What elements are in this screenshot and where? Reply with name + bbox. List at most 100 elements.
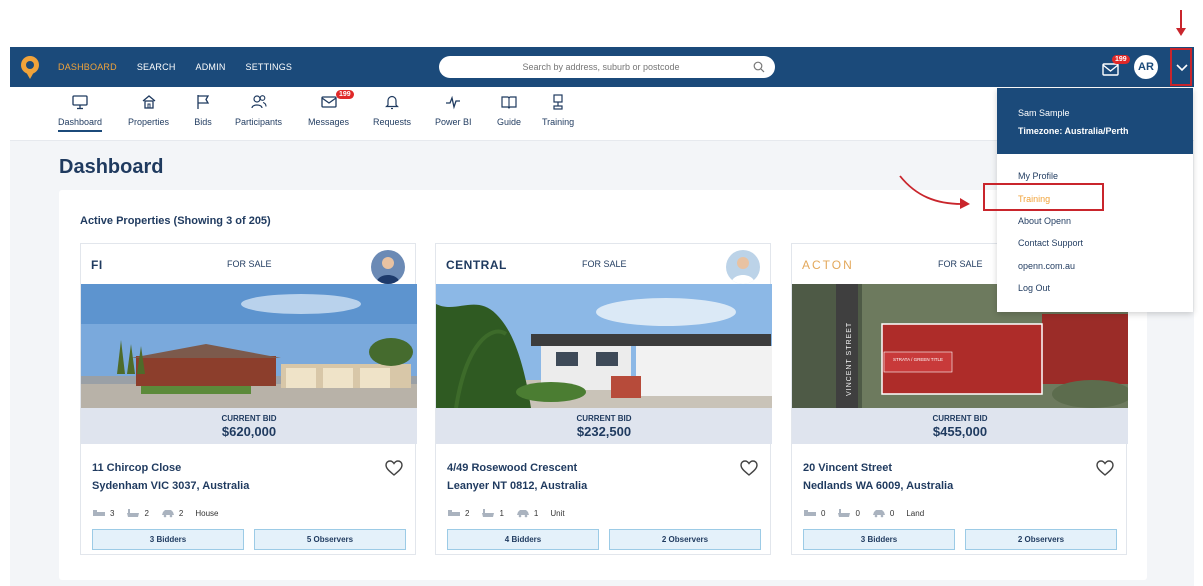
iconbar-label: Power BI bbox=[435, 117, 472, 127]
car-icon bbox=[872, 510, 885, 518]
agent-avatar bbox=[371, 250, 405, 284]
current-bid-value: $620,000 bbox=[221, 424, 277, 439]
dropdown-user-header: Sam Sample Timezone: Australia/Perth bbox=[997, 88, 1193, 154]
agency-logo: ACTON bbox=[802, 258, 854, 272]
iconbar-messages[interactable]: 199 Messages bbox=[308, 90, 354, 127]
chevron-down-icon bbox=[1176, 64, 1188, 72]
iconbar-label: Dashboard bbox=[58, 117, 103, 132]
car-icon bbox=[516, 510, 529, 518]
user-name: Sam Sample bbox=[1018, 108, 1070, 118]
search-bar bbox=[439, 56, 775, 78]
mail-icon bbox=[320, 96, 337, 108]
address-line-2[interactable]: Nedlands WA 6009, Australia bbox=[803, 480, 953, 492]
current-bid-label: CURRENT BID bbox=[221, 414, 277, 423]
menu-item-log-out[interactable]: Log Out bbox=[1018, 283, 1050, 293]
user-avatar[interactable]: AR bbox=[1134, 55, 1158, 79]
property-features: 0 0 0 Land bbox=[803, 508, 924, 518]
trophy-icon bbox=[553, 94, 563, 110]
nav-search[interactable]: SEARCH bbox=[137, 62, 176, 72]
current-bid-value: $232,500 bbox=[576, 424, 632, 439]
top-navbar: DASHBOARD SEARCH ADMIN SETTINGS 199 AR bbox=[10, 47, 1194, 87]
nav-settings[interactable]: SETTINGS bbox=[246, 62, 293, 72]
car-count: 0 bbox=[889, 508, 895, 518]
property-type: Unit bbox=[550, 508, 565, 518]
observers-button[interactable]: 5 Observers bbox=[254, 529, 406, 550]
bidders-button[interactable]: 3 Bidders bbox=[803, 529, 955, 550]
menu-item-contact-support[interactable]: Contact Support bbox=[1018, 238, 1083, 248]
card-header: CENTRAL FOR SALE bbox=[436, 244, 770, 284]
iconbar-label: Requests bbox=[373, 117, 412, 127]
nav-dashboard[interactable]: DASHBOARD bbox=[58, 62, 117, 72]
bidders-button[interactable]: 4 Bidders bbox=[447, 529, 599, 550]
account-menu-toggle[interactable] bbox=[1170, 48, 1192, 86]
address-line-1[interactable]: 4/49 Rosewood Crescent bbox=[447, 462, 577, 474]
property-card[interactable]: CENTRAL FOR SALE CURRENT BID $232,500 4/… bbox=[435, 243, 772, 555]
current-bid-bar: CURRENT BID $232,500 bbox=[436, 408, 772, 444]
observers-button[interactable]: 2 Observers bbox=[609, 529, 761, 550]
menu-item-about-openn[interactable]: About Openn bbox=[1018, 216, 1071, 226]
annotation-highlight-box bbox=[983, 183, 1104, 211]
observers-button[interactable]: 2 Observers bbox=[965, 529, 1117, 550]
iconbar-label: Participants bbox=[235, 117, 283, 127]
card-header: FI FOR SALE bbox=[81, 244, 415, 284]
address-line-2[interactable]: Sydenham VIC 3037, Australia bbox=[92, 480, 249, 492]
iconbar-properties[interactable]: Properties bbox=[128, 93, 169, 127]
heart-icon[interactable] bbox=[1096, 460, 1114, 476]
property-features: 3 2 2 House bbox=[92, 508, 218, 518]
bath-count: 1 bbox=[499, 508, 504, 518]
search-input[interactable] bbox=[451, 56, 751, 78]
pulse-icon bbox=[446, 95, 461, 110]
current-bid-label: CURRENT BID bbox=[576, 414, 632, 423]
annotation-arrow-icon bbox=[1176, 10, 1186, 36]
map-street-label: VINCENT STREET bbox=[846, 322, 853, 396]
car-count: 1 bbox=[533, 508, 539, 518]
bed-count: 0 bbox=[821, 508, 826, 518]
iconbar-label: Properties bbox=[128, 117, 170, 127]
address-line-1[interactable]: 20 Vincent Street bbox=[803, 462, 892, 474]
property-features: 2 1 1 Unit bbox=[447, 508, 565, 518]
menu-item-website[interactable]: openn.com.au bbox=[1018, 261, 1075, 271]
page-title: Dashboard bbox=[59, 156, 164, 178]
property-photo[interactable] bbox=[436, 284, 772, 408]
bed-icon bbox=[804, 510, 816, 516]
current-bid-label: CURRENT BID bbox=[932, 414, 988, 423]
menu-item-my-profile[interactable]: My Profile bbox=[1018, 171, 1058, 181]
current-bid-value: $455,000 bbox=[932, 424, 988, 439]
monitor-icon bbox=[72, 95, 88, 110]
bath-count: 0 bbox=[855, 508, 860, 518]
bed-icon bbox=[93, 510, 105, 516]
iconbar-power-bi[interactable]: Power BI bbox=[435, 93, 472, 127]
mail-count-badge: 199 bbox=[1112, 55, 1130, 64]
iconbar-training[interactable]: Training bbox=[542, 93, 574, 127]
bath-icon bbox=[838, 509, 851, 517]
annotation-arrow-icon bbox=[899, 175, 970, 209]
address-line-1[interactable]: 11 Chircop Close bbox=[92, 462, 181, 474]
search-icon[interactable] bbox=[753, 61, 765, 73]
iconbar-requests[interactable]: Requests bbox=[373, 93, 411, 127]
bell-icon bbox=[385, 95, 399, 110]
iconbar-label: Training bbox=[542, 117, 575, 127]
iconbar-label: Messages bbox=[308, 117, 350, 127]
user-timezone: Timezone: Australia/Perth bbox=[1018, 126, 1129, 136]
address-line-2[interactable]: Leanyer NT 0812, Australia bbox=[447, 480, 587, 492]
iconbar-bids[interactable]: Bids bbox=[194, 93, 212, 127]
sale-status: FOR SALE bbox=[227, 259, 272, 269]
property-photo[interactable] bbox=[81, 284, 417, 408]
heart-icon[interactable] bbox=[385, 460, 403, 476]
bidders-button[interactable]: 3 Bidders bbox=[92, 529, 244, 550]
iconbar-guide[interactable]: Guide bbox=[497, 93, 521, 127]
heart-icon[interactable] bbox=[740, 460, 758, 476]
nav-admin[interactable]: ADMIN bbox=[196, 62, 226, 72]
iconbar-participants[interactable]: Participants bbox=[235, 93, 282, 127]
bed-icon bbox=[448, 510, 460, 516]
bed-count: 3 bbox=[110, 508, 115, 518]
flag-icon bbox=[197, 95, 210, 109]
iconbar-label: Guide bbox=[497, 117, 522, 127]
iconbar-dashboard[interactable]: Dashboard bbox=[58, 93, 103, 132]
property-card[interactable]: FI FOR SALE CURRENT BID $620,000 11 Chir… bbox=[80, 243, 417, 555]
bath-count: 2 bbox=[144, 508, 149, 518]
openn-logo-icon[interactable] bbox=[18, 54, 42, 80]
property-type: House bbox=[195, 508, 219, 518]
bath-icon bbox=[482, 509, 495, 517]
agency-logo: FI bbox=[91, 258, 103, 272]
